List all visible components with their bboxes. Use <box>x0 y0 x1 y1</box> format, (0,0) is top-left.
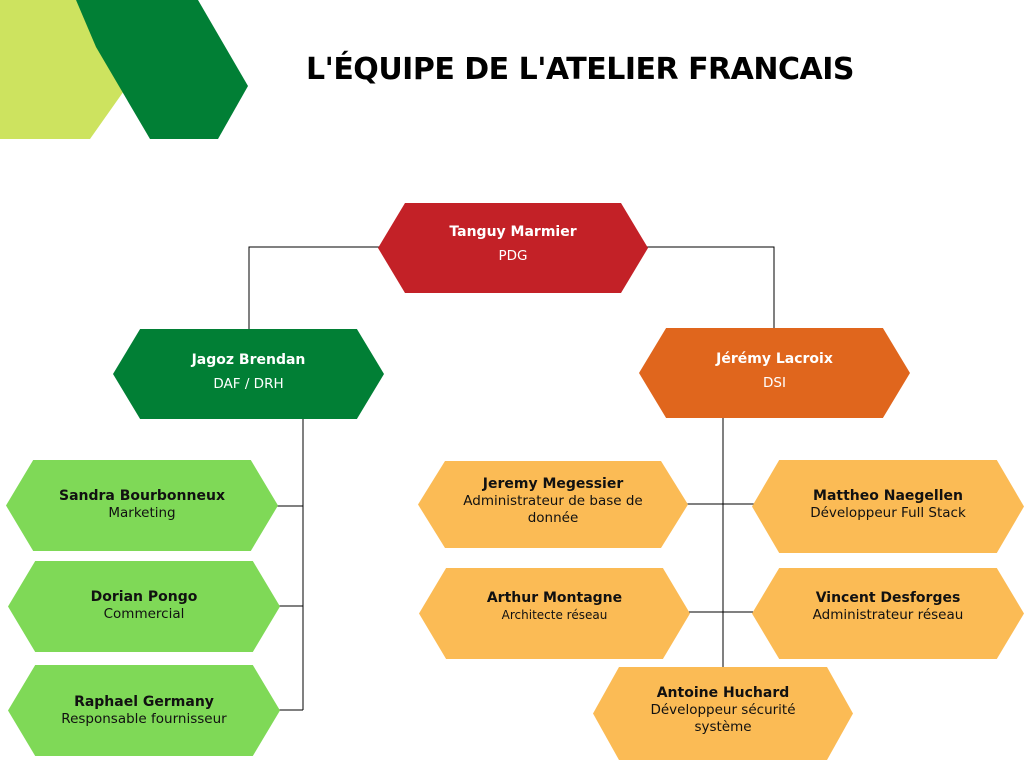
connector-ceo-finance <box>248 246 380 331</box>
member-name: Arthur Montagne <box>486 589 623 606</box>
ceo-role: PDG <box>498 247 528 264</box>
member-name: Mattheo Naegellen <box>813 487 963 504</box>
it-director-role: DSI <box>763 374 786 391</box>
node-dorian-pongo: Dorian Pongo Commercial <box>8 561 280 652</box>
it-director-name: Jérémy Lacroix <box>716 350 833 367</box>
member-name: Vincent Desforges <box>815 589 961 606</box>
member-name: Dorian Pongo <box>90 588 198 605</box>
member-name: Jeremy Megessier <box>482 476 624 492</box>
node-it-director: Jérémy Lacroix DSI <box>639 328 910 418</box>
member-role: Développeur Full Stack <box>810 504 966 521</box>
finance-hr-name: Jagoz Brendan <box>191 351 306 368</box>
ceo-name: Tanguy Marmier <box>449 223 577 240</box>
node-antoine-huchard: Antoine Huchard Développeur sécurité sys… <box>593 667 853 760</box>
node-ceo: Tanguy Marmier PDG <box>378 203 648 293</box>
member-role: Architecte réseau <box>501 607 608 622</box>
member-name: Raphael Germany <box>74 693 214 710</box>
member-name: Antoine Huchard <box>656 685 790 701</box>
node-mattheo-naegellen: Mattheo Naegellen Développeur Full Stack <box>752 460 1024 553</box>
member-role: Commercial <box>103 605 185 622</box>
node-raphael-germany: Raphael Germany Responsable fournisseur <box>8 665 280 756</box>
member-name: Sandra Bourbonneux <box>59 487 225 504</box>
member-role: Administrateur de base de donnée <box>463 493 643 526</box>
node-arthur-montagne: Arthur Montagne Architecte réseau <box>419 568 690 659</box>
member-role: Marketing <box>108 504 176 521</box>
node-sandra-bourbonneux: Sandra Bourbonneux Marketing <box>6 460 278 551</box>
node-vincent-desforges: Vincent Desforges Administrateur réseau <box>752 568 1024 659</box>
member-role: Administrateur réseau <box>812 606 964 623</box>
finance-hr-role: DAF / DRH <box>213 375 284 392</box>
member-role: Responsable fournisseur <box>61 710 227 727</box>
node-finance-hr: Jagoz Brendan DAF / DRH <box>113 329 384 419</box>
node-jeremy-megessier: Jeremy Megessier Administrateur de base … <box>418 461 688 548</box>
connector-ceo-it <box>645 246 775 329</box>
member-role: Développeur sécurité système <box>650 702 796 735</box>
